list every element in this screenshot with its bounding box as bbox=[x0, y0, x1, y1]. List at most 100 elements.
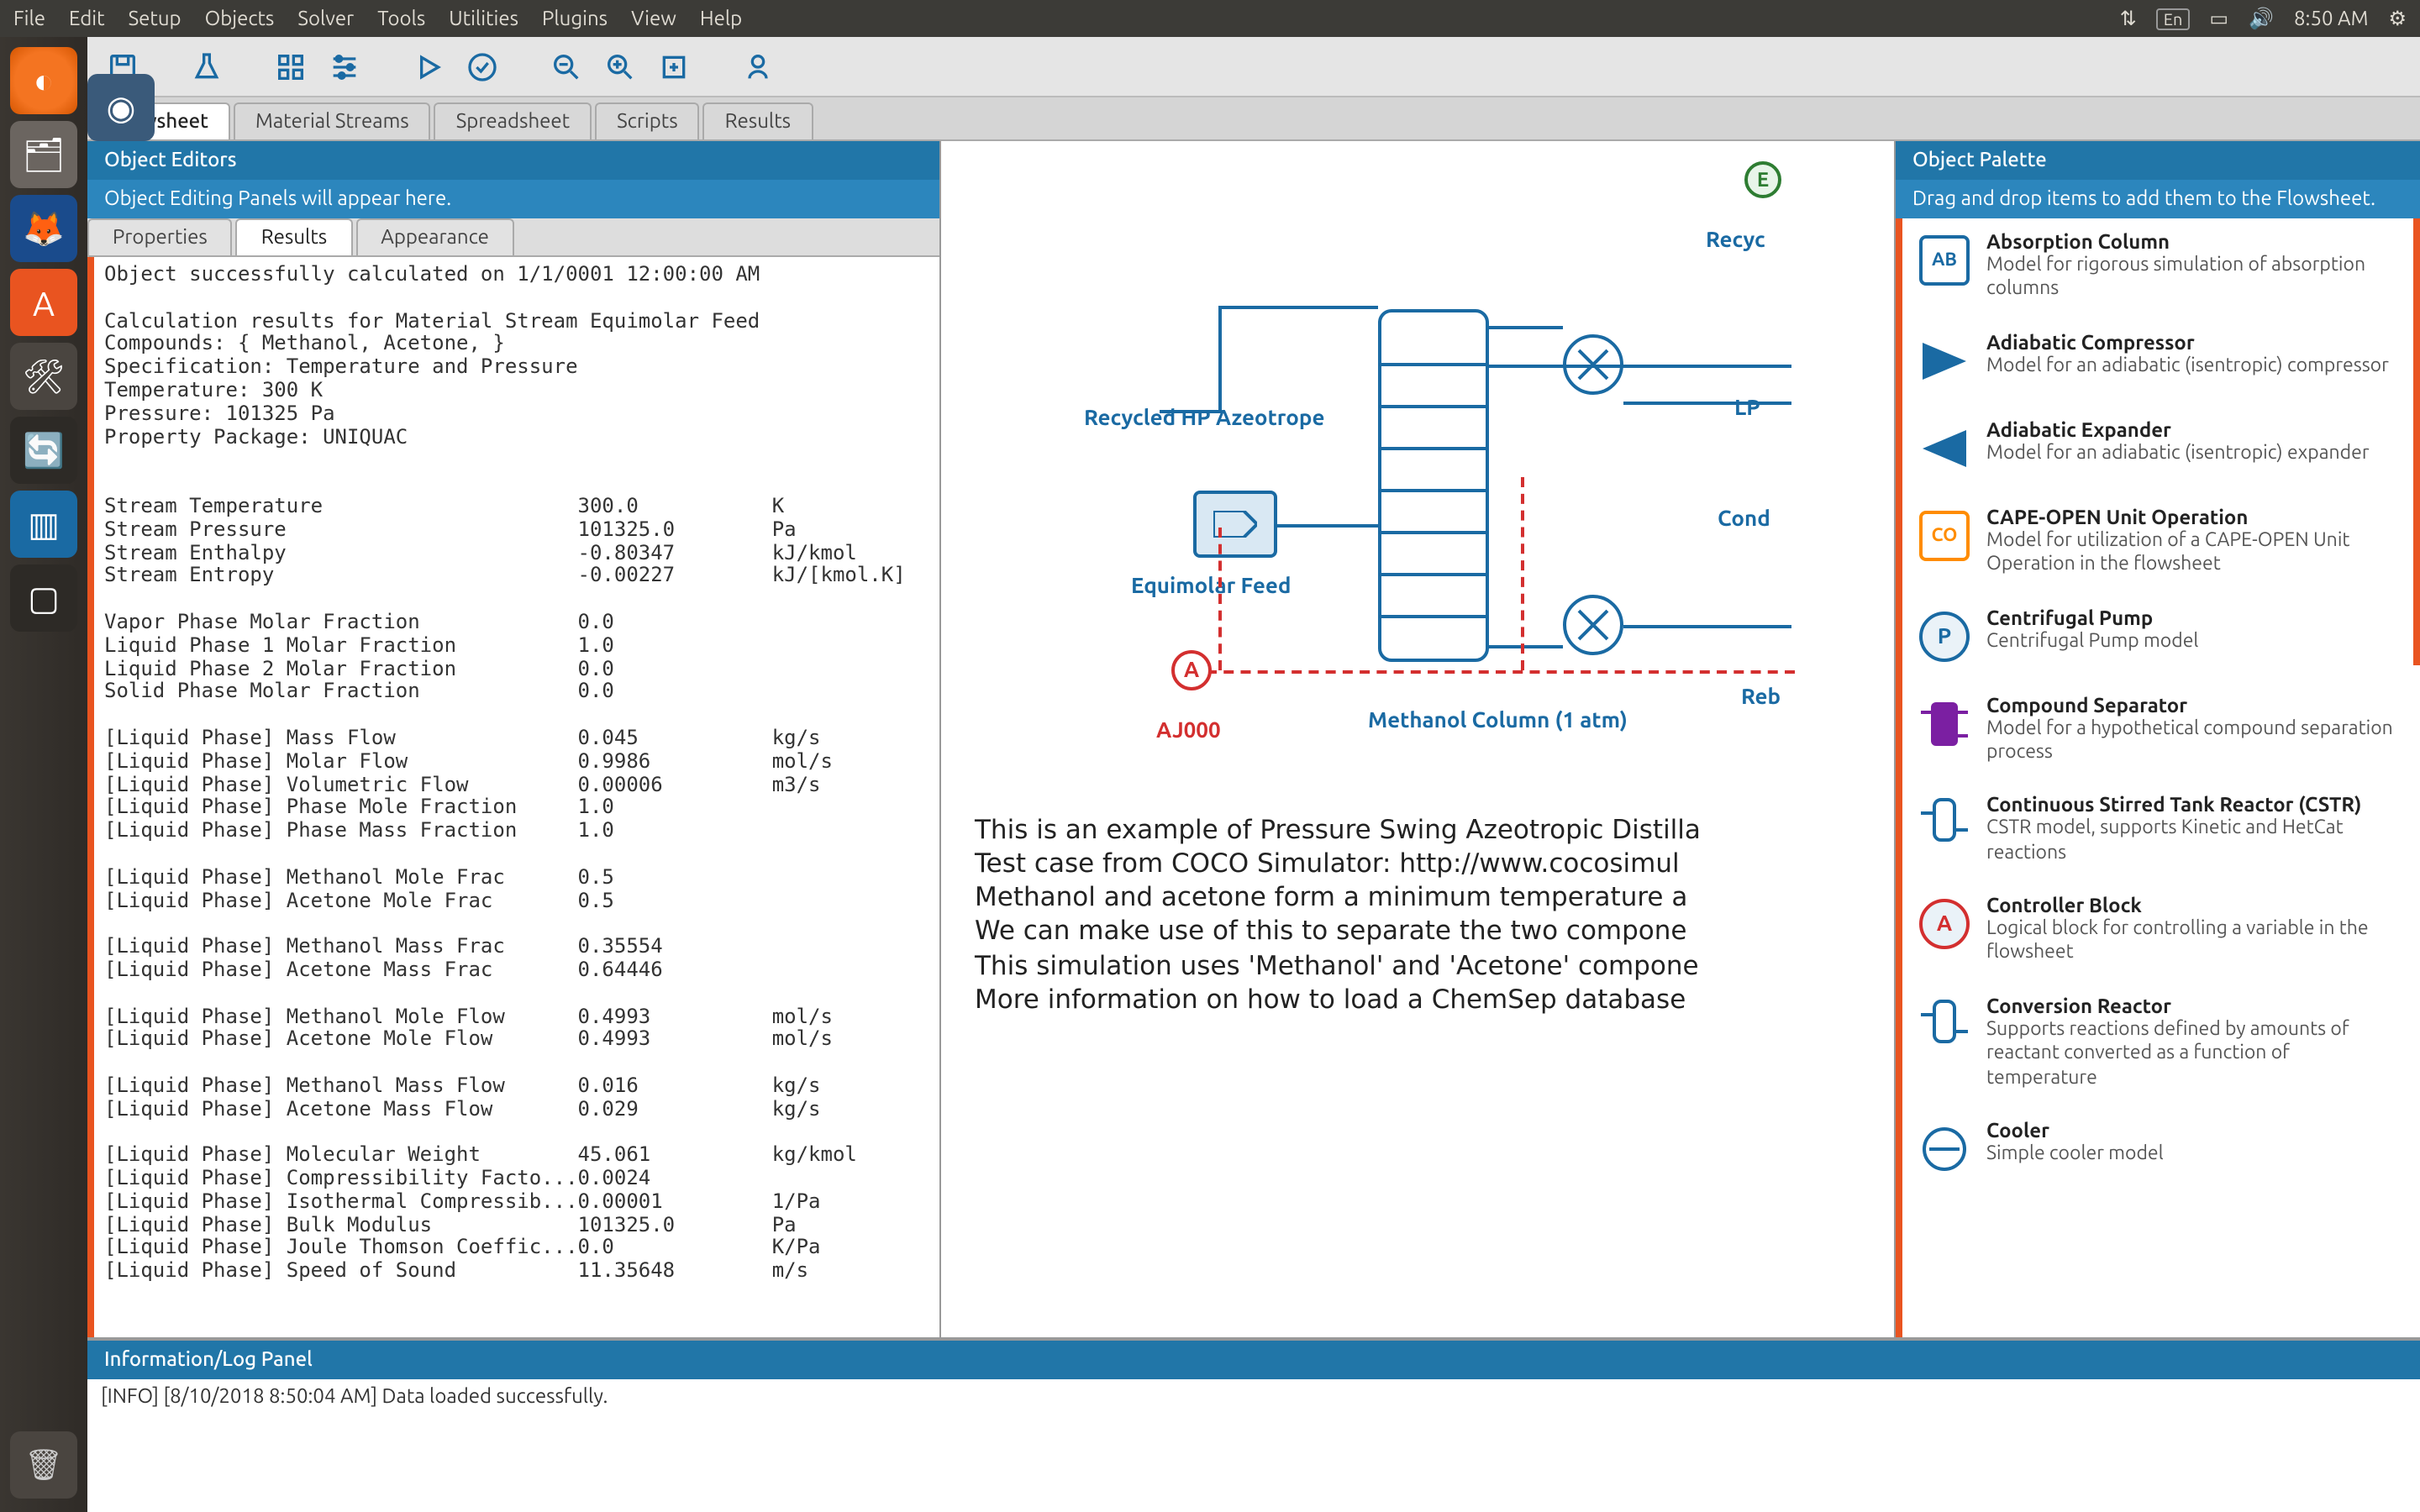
log-title: Information/Log Panel bbox=[87, 1341, 2420, 1379]
palette-item[interactable]: AController BlockLogical block for contr… bbox=[1902, 882, 2420, 983]
menu-objects[interactable]: Objects bbox=[205, 8, 275, 29]
menu-file[interactable]: File bbox=[13, 8, 45, 29]
menu-tools[interactable]: Tools bbox=[377, 8, 425, 29]
palette-item-title: Adiabatic Expander bbox=[1986, 420, 2403, 442]
menu-view[interactable]: View bbox=[631, 8, 676, 29]
palette-item-desc: Centrifugal Pump model bbox=[1986, 629, 2403, 654]
zoom-in-button[interactable] bbox=[602, 48, 639, 85]
menu-plugins[interactable]: Plugins bbox=[542, 8, 608, 29]
gear-icon[interactable]: ⚙ bbox=[2388, 7, 2407, 30]
tab-spreadsheet[interactable]: Spreadsheet bbox=[434, 102, 592, 139]
dash-icon[interactable]: ◐ bbox=[10, 47, 77, 114]
menu-setup[interactable]: Setup bbox=[129, 8, 182, 29]
zoom-fit-button[interactable] bbox=[655, 48, 692, 85]
language-indicator[interactable]: En bbox=[2157, 8, 2190, 29]
files-icon[interactable]: 🗂 bbox=[10, 121, 77, 188]
tab-results[interactable]: Results bbox=[703, 102, 813, 139]
results-text-pane[interactable]: Object successfully calculated on 1/1/00… bbox=[87, 257, 939, 1337]
palette-item-desc: CSTR model, supports Kinetic and HetCat … bbox=[1986, 817, 2403, 866]
application-window: Flowsheet Material Streams Spreadsheet S… bbox=[87, 37, 2420, 1512]
log-body[interactable]: [INFO] [8/10/2018 8:50:04 AM] Data loade… bbox=[87, 1379, 2420, 1512]
menu-utilities[interactable]: Utilities bbox=[449, 8, 518, 29]
palette-item[interactable]: ABAbsorption ColumnModel for rigorous si… bbox=[1902, 218, 2420, 319]
battery-icon[interactable]: ▭ bbox=[2209, 7, 2228, 30]
palette-item-desc: Model for utilization of a CAPE-OPEN Uni… bbox=[1986, 529, 2403, 578]
palette-item-desc: Model for an adiabatic (isentropic) comp… bbox=[1986, 354, 2403, 379]
object-editors-subtitle: Object Editing Panels will appear here. bbox=[87, 180, 939, 218]
play-button[interactable] bbox=[410, 48, 447, 85]
object-editors-panel: Object Editors Object Editing Panels wil… bbox=[87, 141, 941, 1337]
palette-item-icon: P bbox=[1916, 607, 1973, 664]
updater-icon[interactable]: 🔄 bbox=[10, 417, 77, 484]
palette-item-title: Absorption Column bbox=[1986, 232, 2403, 254]
reboiler-icon[interactable] bbox=[1563, 595, 1623, 655]
palette-item-icon bbox=[1916, 695, 1973, 752]
terminal-icon[interactable]: ▢ bbox=[10, 564, 77, 632]
trash-icon[interactable]: 🗑 bbox=[10, 1431, 77, 1499]
flowsheet-canvas[interactable]: E Recyc bbox=[941, 141, 1894, 1337]
document-tabs: Flowsheet Material Streams Spreadsheet S… bbox=[87, 97, 2420, 141]
palette-item-icon bbox=[1916, 795, 1973, 853]
palette-item[interactable]: CoolerSimple cooler model bbox=[1902, 1107, 2420, 1194]
tab-scripts[interactable]: Scripts bbox=[595, 102, 700, 139]
subtab-properties[interactable]: Properties bbox=[87, 218, 233, 255]
palette-item-desc: Model for rigorous simulation of absorpt… bbox=[1986, 254, 2403, 302]
menu-edit[interactable]: Edit bbox=[69, 8, 105, 29]
system-menu-bar: File Edit Setup Objects Solver Tools Uti… bbox=[0, 0, 2420, 37]
palette-item[interactable]: Conversion ReactorSupports reactions def… bbox=[1902, 983, 2420, 1107]
label-recycle-top: Recyc bbox=[1706, 228, 1765, 252]
label-reb: Reb bbox=[1741, 685, 1781, 709]
feed-block[interactable] bbox=[1193, 491, 1277, 558]
settings-icon[interactable]: 🛠 bbox=[10, 343, 77, 410]
menu-solver[interactable]: Solver bbox=[297, 8, 354, 29]
palette-item-desc: Supports reactions defined by amounts of… bbox=[1986, 1018, 2403, 1090]
label-lp: LP bbox=[1734, 396, 1760, 420]
palette-item[interactable]: Adiabatic CompressorModel for an adiabat… bbox=[1902, 319, 2420, 407]
palette-item-icon bbox=[1916, 996, 1973, 1053]
volume-icon[interactable]: 🔊 bbox=[2249, 7, 2274, 30]
object-palette-panel: Object Palette Drag and drop items to ad… bbox=[1894, 141, 2420, 1337]
palette-item-desc: Simple cooler model bbox=[1986, 1142, 2403, 1167]
palette-item-icon bbox=[1916, 333, 1973, 390]
palette-item-title: Cooler bbox=[1986, 1121, 2403, 1142]
grid-button[interactable] bbox=[272, 48, 309, 85]
firefox-icon[interactable]: 🦊 bbox=[10, 195, 77, 262]
palette-subtitle: Drag and drop items to add them to the F… bbox=[1896, 180, 2420, 218]
software-center-icon[interactable]: A bbox=[10, 269, 77, 336]
object-editors-title: Object Editors bbox=[87, 141, 939, 180]
palette-item[interactable]: Compound SeparatorModel for a hypothetic… bbox=[1902, 681, 2420, 782]
palette-item-icon: A bbox=[1916, 895, 1973, 953]
palette-item-title: Controller Block bbox=[1986, 895, 2403, 917]
check-button[interactable] bbox=[464, 48, 501, 85]
palette-title: Object Palette bbox=[1896, 141, 2420, 180]
palette-item[interactable]: PCentrifugal PumpCentrifugal Pump model bbox=[1902, 594, 2420, 681]
distillation-column[interactable] bbox=[1378, 309, 1489, 662]
dwsim-icon[interactable]: ▥ bbox=[10, 491, 77, 558]
subtab-results[interactable]: Results bbox=[236, 218, 352, 255]
palette-item-icon bbox=[1916, 420, 1973, 477]
menu-help[interactable]: Help bbox=[700, 8, 742, 29]
flask-button[interactable] bbox=[188, 48, 225, 85]
adjust-node[interactable]: A bbox=[1171, 650, 1212, 690]
editor-subtabs: Properties Results Appearance bbox=[87, 218, 939, 257]
label-adjust: AJ000 bbox=[1156, 719, 1221, 743]
log-panel: Information/Log Panel [INFO] [8/10/2018 … bbox=[87, 1337, 2420, 1512]
subtab-appearance[interactable]: Appearance bbox=[355, 218, 514, 255]
palette-item[interactable]: CO CAPE-OPEN Unit OperationModel for util… bbox=[1902, 494, 2420, 595]
palette-list[interactable]: ABAbsorption ColumnModel for rigorous si… bbox=[1896, 218, 2420, 1337]
clock[interactable]: 8:50 AM bbox=[2294, 8, 2368, 29]
zoom-out-button[interactable] bbox=[548, 48, 585, 85]
palette-item-icon: CO bbox=[1916, 507, 1973, 564]
palette-item-title: CAPE-OPEN Unit Operation bbox=[1986, 507, 2403, 529]
sliders-button[interactable] bbox=[326, 48, 363, 85]
inspector-button[interactable] bbox=[739, 48, 776, 85]
label-column: Methanol Column (1 atm) bbox=[1368, 709, 1628, 732]
palette-item[interactable]: Continuous Stirred Tank Reactor (CSTR)CS… bbox=[1902, 782, 2420, 883]
network-icon[interactable]: ⇅ bbox=[2120, 7, 2137, 30]
app-icon[interactable]: ◉ bbox=[87, 74, 155, 141]
tab-material-streams[interactable]: Material Streams bbox=[234, 102, 431, 139]
palette-item[interactable]: Adiabatic ExpanderModel for an adiabatic… bbox=[1902, 407, 2420, 494]
palette-item-title: Compound Separator bbox=[1986, 695, 2403, 717]
recycle-node[interactable]: E bbox=[1744, 161, 1781, 198]
palette-item-desc: Model for a hypothetical compound separa… bbox=[1986, 717, 2403, 765]
